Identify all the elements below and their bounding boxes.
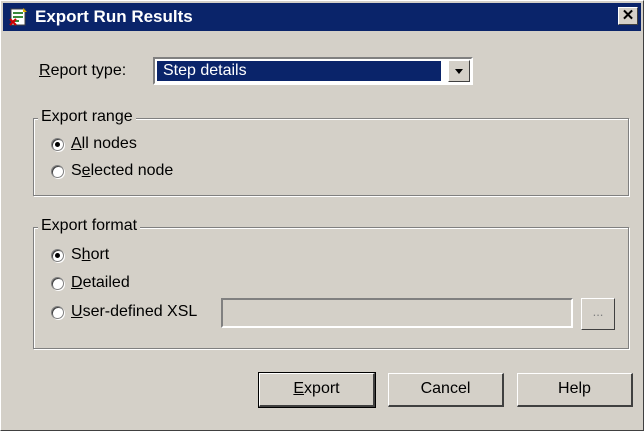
export-range-group: Export range bbox=[33, 108, 629, 196]
radio-indicator[interactable] bbox=[51, 137, 64, 151]
export-range-legend: Export range bbox=[38, 108, 136, 126]
radio-detailed[interactable]: Detailed bbox=[51, 274, 130, 292]
export-format-legend: Export format bbox=[38, 217, 141, 235]
radio-indicator[interactable] bbox=[51, 276, 64, 290]
close-icon: ✕ bbox=[621, 7, 635, 24]
close-button[interactable]: ✕ bbox=[618, 7, 638, 25]
export-results-icon bbox=[9, 8, 27, 26]
export-button[interactable]: Export bbox=[258, 372, 376, 408]
window-title: Export Run Results bbox=[35, 7, 193, 26]
radio-indicator[interactable] bbox=[51, 305, 64, 319]
report-type-label: Report type: bbox=[39, 62, 127, 79]
radio-user-defined-xsl-label: User-defined XSL bbox=[71, 303, 198, 320]
help-button[interactable]: Help bbox=[517, 373, 633, 407]
radio-all-nodes-label: All nodes bbox=[71, 135, 137, 152]
radio-indicator[interactable] bbox=[51, 248, 64, 262]
cancel-button[interactable]: Cancel bbox=[388, 373, 504, 407]
radio-user-defined-xsl[interactable]: User-defined XSL bbox=[51, 303, 197, 321]
radio-selected-node-label: Selected node bbox=[71, 162, 174, 179]
export-run-results-dialog: Export Run Results ✕ Report type: Step d… bbox=[0, 0, 644, 431]
report-type-dropdown-button[interactable] bbox=[448, 60, 470, 82]
radio-selected-node[interactable]: Selected node bbox=[51, 162, 173, 180]
title-bar: Export Run Results ✕ bbox=[3, 3, 641, 31]
radio-short[interactable]: Short bbox=[51, 246, 109, 264]
report-type-select[interactable]: Step details bbox=[153, 57, 473, 85]
chevron-down-icon bbox=[455, 69, 463, 74]
radio-short-label: Short bbox=[71, 246, 110, 263]
radio-detailed-label: Detailed bbox=[71, 274, 130, 291]
browse-button[interactable]: ... bbox=[581, 298, 615, 330]
radio-indicator[interactable] bbox=[51, 164, 64, 178]
radio-all-nodes[interactable]: All nodes bbox=[51, 135, 137, 153]
report-type-value: Step details bbox=[157, 61, 441, 81]
xsl-path-input[interactable] bbox=[221, 298, 573, 328]
